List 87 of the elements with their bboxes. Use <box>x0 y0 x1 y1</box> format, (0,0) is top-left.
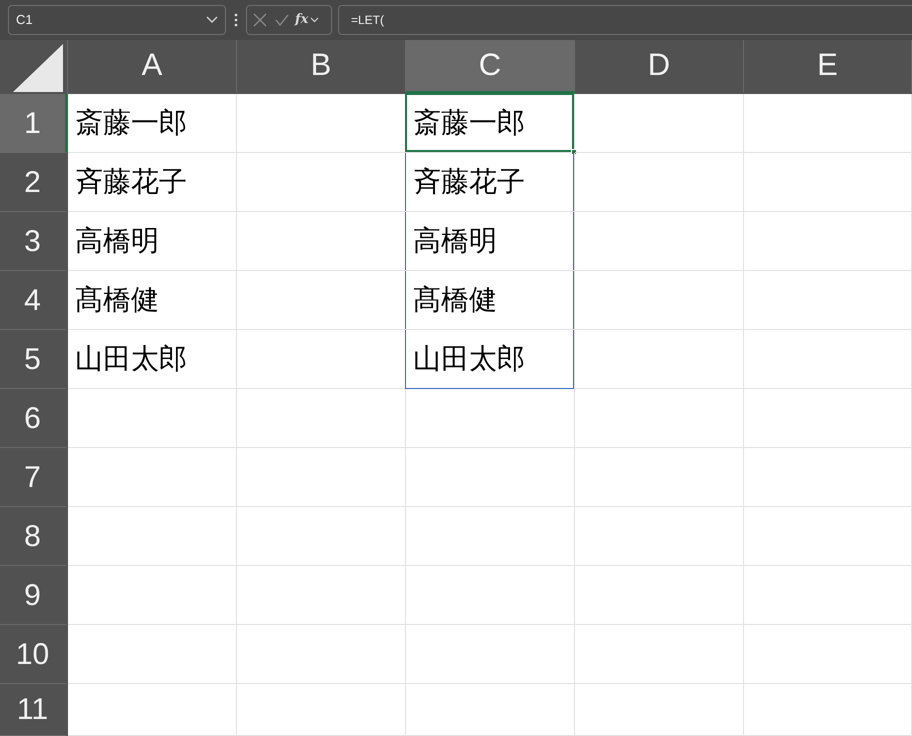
grid-cell[interactable] <box>237 625 406 684</box>
row-header[interactable]: 5 <box>0 330 68 389</box>
cell-text: 斉藤花子 <box>413 168 525 196</box>
row-header[interactable]: 9 <box>0 566 68 625</box>
grid-cell[interactable] <box>68 625 237 684</box>
formula-field[interactable]: =LET( <box>338 5 912 35</box>
column-header[interactable]: B <box>237 40 406 94</box>
insert-function-button[interactable]: fx <box>295 10 308 30</box>
grid-cell[interactable] <box>575 507 744 566</box>
chevron-down-icon <box>206 16 218 24</box>
grid-cell[interactable] <box>237 566 406 625</box>
grid-cell[interactable] <box>406 625 575 684</box>
grid-cell[interactable] <box>237 507 406 566</box>
grid-cell[interactable] <box>237 448 406 507</box>
grid-cell[interactable] <box>68 389 237 448</box>
grid-cell[interactable] <box>575 566 744 625</box>
grid-cell[interactable] <box>406 507 575 566</box>
cell-reference: C1 <box>16 11 33 30</box>
cell-text: 髙橋健 <box>75 286 159 314</box>
cell-text: 高橋明 <box>413 227 497 255</box>
grid-cell[interactable] <box>744 212 912 271</box>
grid-cell[interactable] <box>744 566 912 625</box>
column-header[interactable]: E <box>744 40 912 94</box>
grid-cell[interactable]: 斉藤花子 <box>406 153 575 212</box>
grid-cell[interactable] <box>744 153 912 212</box>
grid-cell[interactable] <box>406 684 575 736</box>
grid-cell[interactable] <box>406 566 575 625</box>
grid-cell[interactable] <box>575 389 744 448</box>
cell-text: 斎藤一郎 <box>413 109 525 137</box>
grid-cell[interactable] <box>575 212 744 271</box>
grid-cell[interactable]: 斉藤花子 <box>68 153 237 212</box>
grid-cell[interactable] <box>575 684 744 736</box>
more-options-icon[interactable] <box>233 13 239 27</box>
grid-cell[interactable] <box>744 625 912 684</box>
grid-cell[interactable] <box>744 389 912 448</box>
grid-cell[interactable] <box>575 330 744 389</box>
grid-cell[interactable]: 斎藤一郎 <box>406 94 575 153</box>
grid-cell[interactable] <box>744 684 912 736</box>
grid-cell[interactable] <box>237 684 406 736</box>
row-header[interactable]: 1 <box>0 94 68 153</box>
grid-cell[interactable] <box>68 448 237 507</box>
name-box[interactable]: C1 <box>8 5 226 35</box>
grid-cell[interactable]: 斎藤一郎 <box>68 94 237 153</box>
cell-text: 髙橋健 <box>413 286 497 314</box>
column-header[interactable]: D <box>575 40 744 94</box>
column-header[interactable]: A <box>68 40 237 94</box>
cell-text: 高橋明 <box>75 227 159 255</box>
cell-text: 斉藤花子 <box>75 168 187 196</box>
row-header[interactable]: 11 <box>0 684 68 736</box>
grid-cell[interactable] <box>744 94 912 153</box>
grid-cell[interactable] <box>575 625 744 684</box>
grid-cell[interactable] <box>575 94 744 153</box>
grid-cell[interactable]: 高橋明 <box>68 212 237 271</box>
column-header[interactable]: C <box>406 40 575 94</box>
grid-cell[interactable]: 髙橋健 <box>68 271 237 330</box>
grid-cell[interactable] <box>68 566 237 625</box>
grid-cell[interactable] <box>406 389 575 448</box>
row-header[interactable]: 10 <box>0 625 68 684</box>
grid-cell[interactable]: 山田太郎 <box>406 330 575 389</box>
row-header[interactable]: 8 <box>0 507 68 566</box>
grid-cell[interactable] <box>68 507 237 566</box>
grid-cell[interactable] <box>744 271 912 330</box>
cell-text: 山田太郎 <box>75 345 187 373</box>
grid-cell[interactable]: 山田太郎 <box>68 330 237 389</box>
grid-cell[interactable]: 髙橋健 <box>406 271 575 330</box>
grid-cell[interactable] <box>744 330 912 389</box>
grid-cell[interactable] <box>575 448 744 507</box>
check-icon[interactable] <box>275 14 289 26</box>
grid-cell[interactable] <box>575 153 744 212</box>
row-header[interactable]: 3 <box>0 212 68 271</box>
chevron-down-icon[interactable] <box>310 17 320 23</box>
cancel-icon[interactable] <box>253 13 267 27</box>
grid-cell[interactable] <box>744 448 912 507</box>
cell-text: 斎藤一郎 <box>75 109 187 137</box>
row-header[interactable]: 2 <box>0 153 68 212</box>
row-header[interactable]: 7 <box>0 448 68 507</box>
grid-cell[interactable] <box>68 684 237 736</box>
cell-text: 山田太郎 <box>413 345 525 373</box>
row-header[interactable]: 6 <box>0 389 68 448</box>
grid-cell[interactable] <box>237 389 406 448</box>
grid-cell[interactable] <box>575 271 744 330</box>
grid-cell[interactable] <box>406 448 575 507</box>
grid-cell[interactable] <box>744 507 912 566</box>
grid-cell[interactable]: 高橋明 <box>406 212 575 271</box>
formula-text: =LET( <box>351 12 384 29</box>
select-all-button[interactable] <box>13 44 63 92</box>
row-header[interactable]: 4 <box>0 271 68 330</box>
